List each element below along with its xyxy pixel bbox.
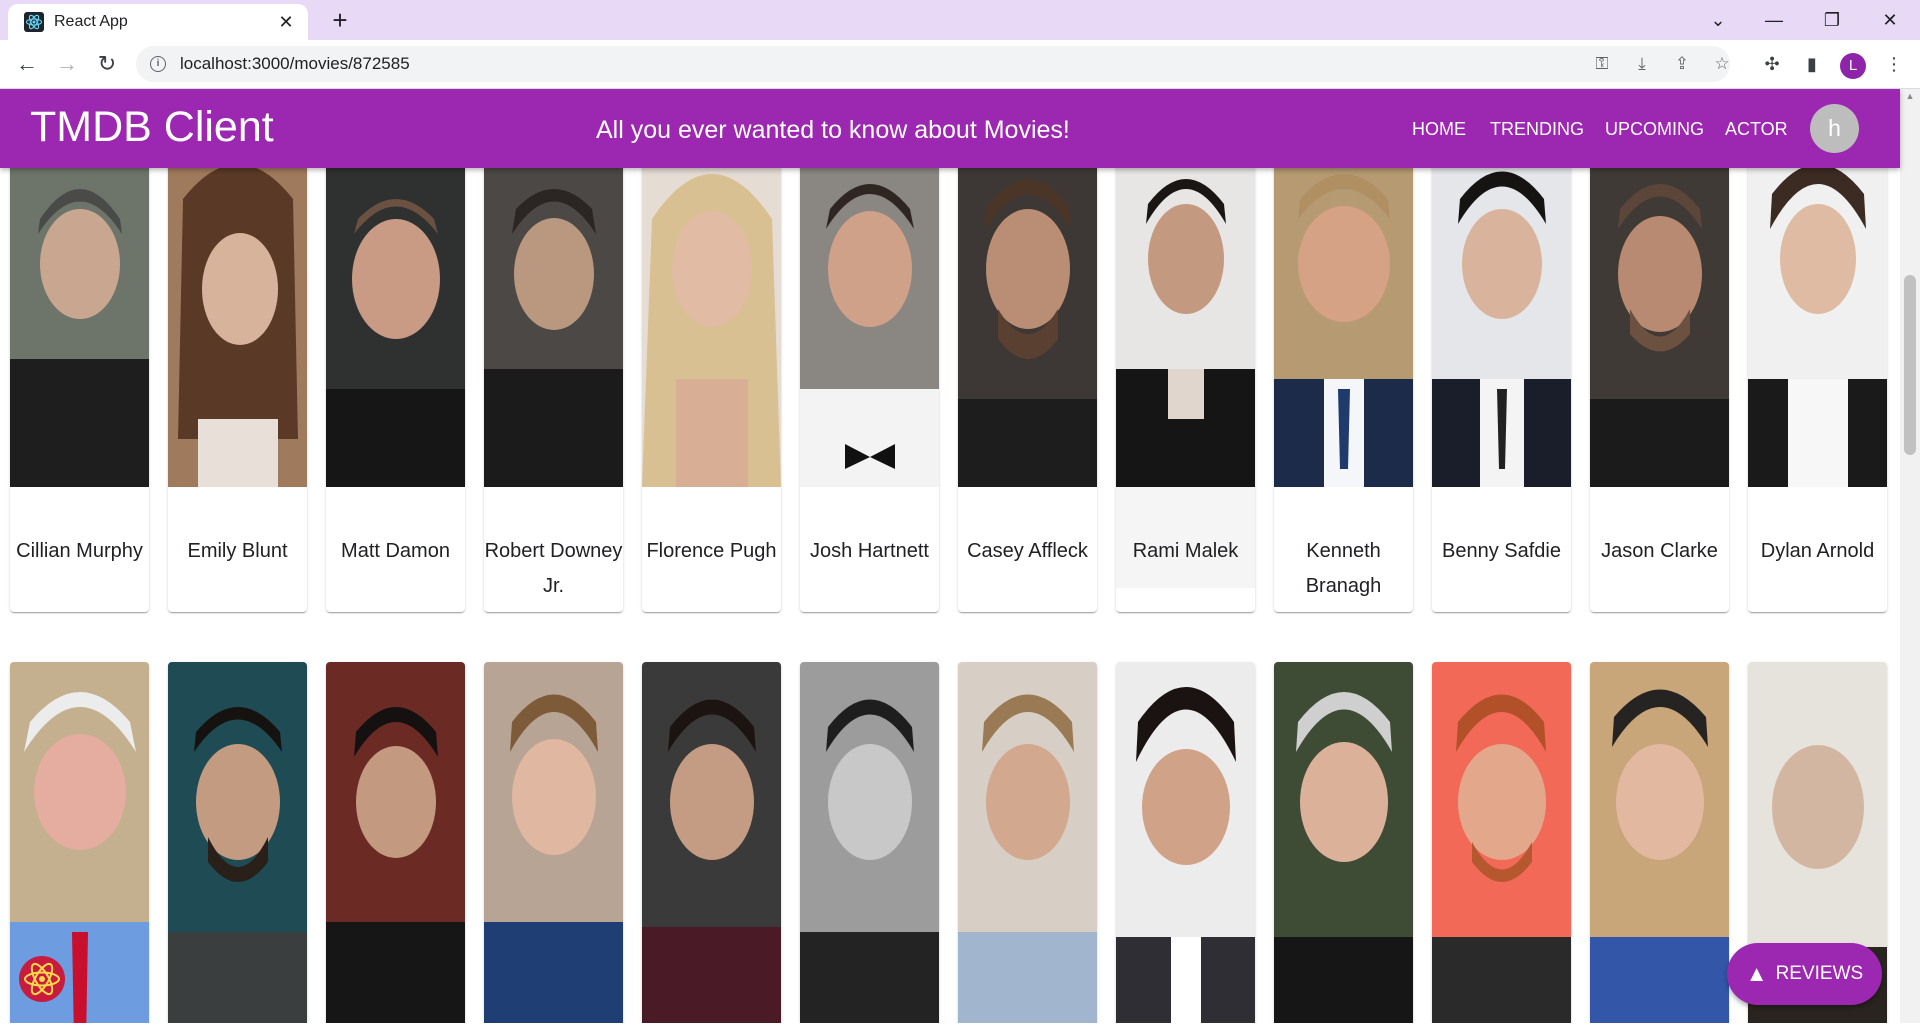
cast-card[interactable] [958,662,1097,1023]
cast-card[interactable]: Emily Blunt [168,139,307,612]
back-arrow-icon[interactable]: ← [11,48,43,80]
key-icon[interactable]: ⚿ [1586,48,1618,80]
cast-card[interactable]: Rami Malek [1116,139,1255,612]
actor-name: Jason Clarke [1601,540,1718,562]
actor-photo [484,662,623,1023]
nav-upcoming[interactable]: Upcoming [1605,119,1704,140]
scrollbar-thumb[interactable] [1904,275,1916,455]
extensions-puzzle-icon[interactable]: ✣ [1756,48,1788,80]
actor-photo [168,662,307,1023]
actor-photo [958,662,1097,1023]
install-app-icon[interactable]: ⤓ [1626,48,1658,80]
actor-photo [1748,139,1887,487]
actor-name: Matt Damon [341,540,450,562]
bookmark-star-icon[interactable]: ☆ [1706,48,1738,80]
page-scrollbar[interactable] [1900,89,1920,1023]
actor-name: Josh Hartnett [810,540,929,562]
actor-photo [800,662,939,1023]
cast-card[interactable] [1274,662,1413,1023]
cast-card[interactable] [1432,662,1571,1023]
tab-search-chevron-icon[interactable]: ⌄ [1698,4,1738,36]
cast-card[interactable]: Jason Clarke [1590,139,1729,612]
actor-name: Robert Downey Jr. [484,540,623,597]
actor-name: Florence Pugh [646,540,777,562]
cast-card[interactable] [484,662,623,1023]
reviews-button-label: Reviews [1775,963,1864,984]
site-tagline: All you ever wanted to know about Movies… [596,116,1070,144]
cast-card[interactable]: Kenneth Branagh [1274,139,1413,612]
react-query-devtools-icon[interactable] [18,955,66,1003]
cast-card[interactable] [642,662,781,1023]
cast-card[interactable]: Josh Hartnett [800,139,939,612]
minimize-window-icon[interactable]: — [1754,4,1794,36]
cast-card[interactable] [1590,662,1729,1023]
more-menu-icon[interactable]: ⋮ [1878,48,1910,80]
actor-photo [326,139,465,487]
cast-card[interactable]: Robert Downey Jr. [484,139,623,612]
scroll-up-arrow-icon[interactable]: ▲ [1904,91,1916,101]
cast-card[interactable]: Benny Safdie [1432,139,1571,612]
nav-actor[interactable]: Actor [1725,119,1788,140]
url-text[interactable]: localhost:3000/movies/872585 [180,54,410,74]
nav-home[interactable]: Home [1412,119,1466,140]
actor-photo [1432,662,1571,1023]
close-tab-icon[interactable]: ✕ [274,12,298,33]
forward-arrow-icon[interactable]: → [51,48,83,80]
page-viewport: TMDB Client All you ever wanted to know … [0,89,1920,1023]
cast-card[interactable]: Dylan Arnold [1748,139,1887,612]
site-header: TMDB Client All you ever wanted to know … [0,89,1900,168]
navigation-arrow-icon: ▲ [1745,961,1768,986]
cast-card[interactable]: Casey Affleck [958,139,1097,612]
actor-name: Dylan Arnold [1760,540,1875,562]
site-info-icon[interactable]: i [150,56,166,72]
cast-card[interactable]: Florence Pugh [642,139,781,612]
share-icon[interactable]: ⇪ [1666,48,1698,80]
browser-tab-strip: React App ✕ + ⌄ — ❐ ✕ [0,0,1920,40]
actor-photo [168,139,307,487]
actor-photo [1432,139,1571,487]
actor-name: Rami Malek [1132,540,1239,562]
actor-photo [1116,662,1255,1023]
cast-card[interactable] [326,662,465,1023]
tab-title: React App [54,13,128,30]
site-brand[interactable]: TMDB Client [30,103,274,152]
reviews-button[interactable]: ▲ Reviews [1727,943,1882,1005]
actor-photo [1116,139,1255,487]
close-window-icon[interactable]: ✕ [1870,4,1910,36]
actor-name: Kenneth Branagh [1305,540,1382,597]
user-avatar[interactable]: h [1810,104,1859,153]
nav-trending[interactable]: Trending [1490,119,1584,140]
cast-card[interactable] [800,662,939,1023]
browser-profile-avatar[interactable]: L [1840,53,1866,79]
address-bar[interactable]: i localhost:3000/movies/872585 [136,46,1730,82]
actor-photo [1274,139,1413,487]
actor-name: Benny Safdie [1442,540,1561,562]
restore-window-icon[interactable]: ❐ [1812,4,1852,36]
actor-photo [1590,662,1729,1023]
cast-card[interactable] [168,662,307,1023]
actor-photo [484,139,623,487]
react-favicon-icon [24,12,44,32]
actor-photo [1590,139,1729,487]
actor-photo [800,139,939,487]
actor-photo [958,139,1097,487]
browser-toolbar: ← → ↻ i localhost:3000/movies/872585 ⚿ ⤓… [0,40,1920,89]
actor-photo [326,662,465,1023]
actor-photo [1274,662,1413,1023]
browser-tab[interactable]: React App ✕ [8,4,308,40]
actor-photo [642,662,781,1023]
actor-name: Cillian Murphy [16,540,143,562]
actor-name: Emily Blunt [187,540,288,562]
actor-photo [642,139,781,487]
cast-card[interactable]: Matt Damon [326,139,465,612]
new-tab-button[interactable]: + [325,6,355,36]
actor-name: Casey Affleck [967,540,1088,562]
cast-card[interactable] [1116,662,1255,1023]
actor-photo [10,139,149,487]
reload-icon[interactable]: ↻ [91,48,123,80]
side-panel-icon[interactable]: ▮ [1796,48,1828,80]
cast-card[interactable]: Cillian Murphy [10,139,149,612]
